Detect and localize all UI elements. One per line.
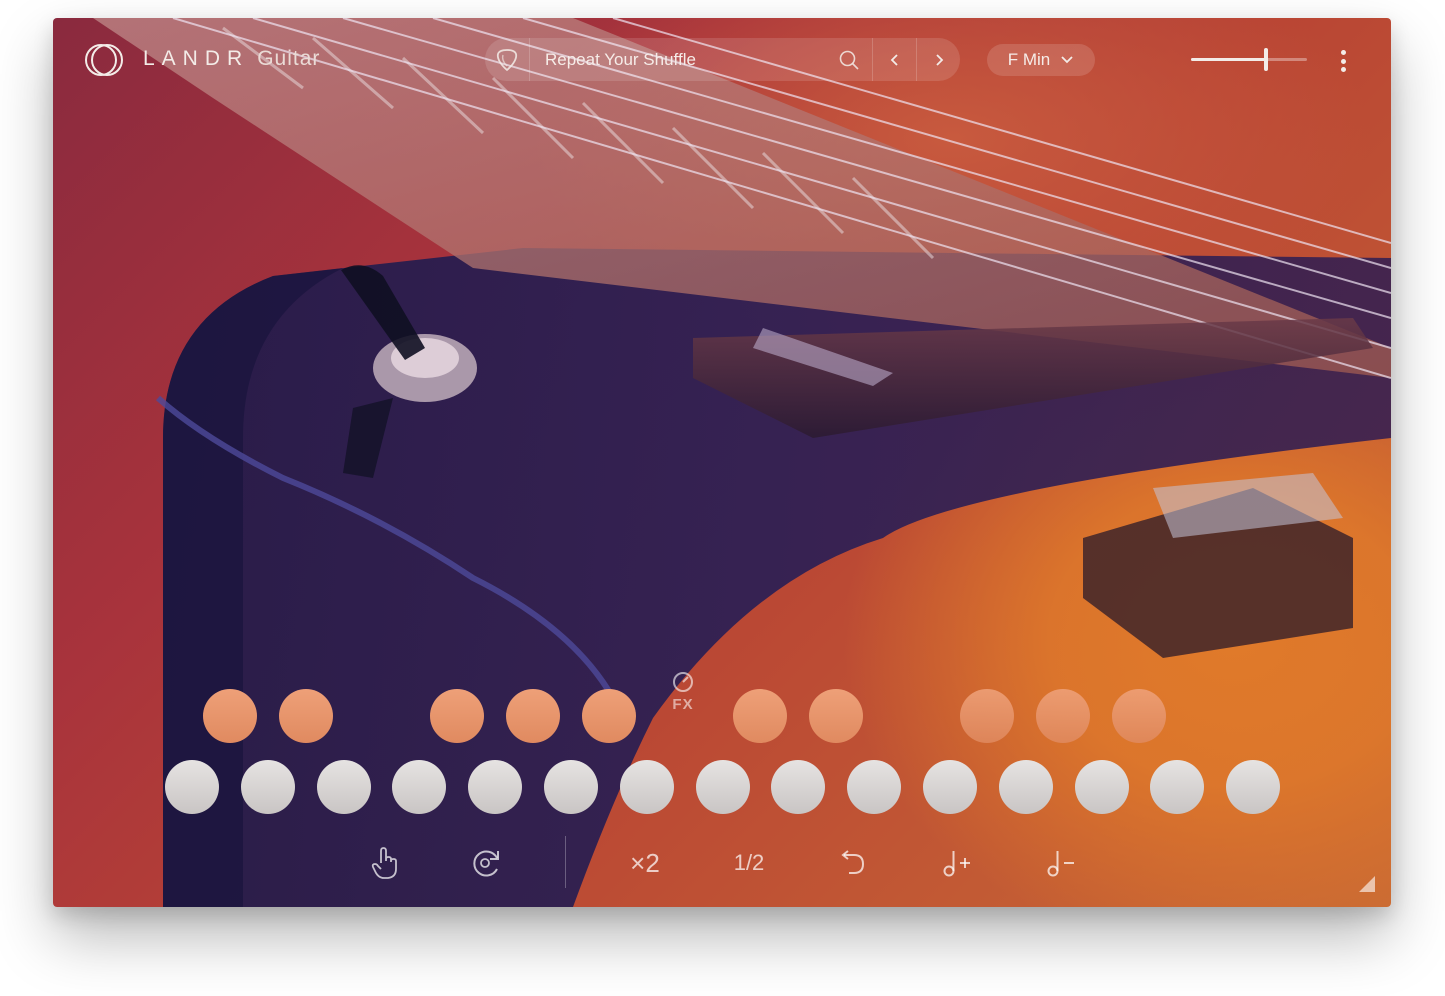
search-icon bbox=[839, 50, 859, 70]
bass-pad[interactable] bbox=[1150, 760, 1205, 814]
chord-pad[interactable] bbox=[582, 689, 636, 743]
bass-pad[interactable] bbox=[1074, 760, 1129, 814]
more-options-button[interactable] bbox=[1333, 48, 1353, 74]
chevron-down-icon bbox=[1061, 56, 1073, 64]
preset-browser: Repeat Your Shuffle bbox=[485, 38, 960, 81]
chord-pad[interactable] bbox=[506, 689, 560, 743]
volume-thumb[interactable] bbox=[1264, 48, 1269, 71]
top-bar: LANDR Guitar Repeat Your Shuffle F Min bbox=[53, 18, 1391, 102]
bass-pad[interactable] bbox=[771, 760, 826, 814]
knob-icon bbox=[673, 672, 693, 692]
bass-pad[interactable] bbox=[165, 760, 219, 814]
double-time-button[interactable]: ×2 bbox=[625, 843, 665, 883]
brand-wordmark: LANDR bbox=[143, 47, 250, 70]
product-name: Guitar bbox=[257, 47, 321, 70]
chord-pad[interactable] bbox=[1112, 689, 1166, 743]
chord-pad[interactable] bbox=[430, 689, 484, 743]
chord-pad[interactable] bbox=[733, 689, 787, 743]
chord-pad[interactable] bbox=[203, 689, 257, 743]
chord-pad[interactable] bbox=[279, 689, 333, 743]
bass-pad[interactable] bbox=[847, 760, 902, 814]
bass-pad[interactable] bbox=[316, 760, 371, 814]
bass-pad[interactable] bbox=[695, 760, 750, 814]
note-length-decrease-button[interactable] bbox=[1041, 843, 1081, 883]
previous-preset-button[interactable] bbox=[873, 38, 916, 81]
chevron-left-icon bbox=[890, 53, 898, 66]
toolbar-divider bbox=[565, 836, 566, 888]
volume-fill bbox=[1191, 58, 1267, 61]
volume-slider[interactable] bbox=[1191, 48, 1307, 72]
resize-corner-icon bbox=[1359, 876, 1375, 892]
landr-logo-icon bbox=[84, 42, 124, 76]
note-plus-icon bbox=[943, 851, 970, 877]
bass-pad[interactable] bbox=[392, 760, 447, 814]
favorite-pick-button[interactable] bbox=[485, 38, 530, 81]
note-minus-icon bbox=[1047, 851, 1074, 877]
half-time-button[interactable]: 1/2 bbox=[729, 843, 769, 883]
guitar-pick-icon bbox=[496, 48, 518, 71]
preset-name[interactable]: Repeat Your Shuffle bbox=[530, 50, 826, 70]
undo-icon bbox=[841, 850, 865, 874]
bass-pad[interactable] bbox=[240, 760, 295, 814]
resize-handle[interactable] bbox=[1359, 876, 1375, 892]
note-length-increase-button[interactable] bbox=[937, 843, 977, 883]
bass-pad[interactable] bbox=[544, 760, 598, 814]
next-preset-button[interactable] bbox=[916, 38, 960, 81]
key-value: F Min bbox=[1007, 50, 1051, 69]
key-selector[interactable]: F Min bbox=[987, 44, 1095, 76]
reload-icon bbox=[473, 850, 499, 877]
chord-pad[interactable] bbox=[809, 689, 863, 743]
search-button[interactable] bbox=[826, 38, 873, 81]
tap-hand-icon bbox=[371, 847, 397, 879]
chevron-right-icon bbox=[935, 53, 943, 66]
more-vertical-icon bbox=[1340, 50, 1346, 55]
plugin-window: LANDR Guitar Repeat Your Shuffle F Min F… bbox=[53, 18, 1391, 907]
bass-pad[interactable] bbox=[468, 760, 523, 814]
undo-button[interactable] bbox=[833, 843, 873, 883]
loop-button[interactable] bbox=[467, 843, 507, 883]
bass-pad[interactable] bbox=[923, 760, 977, 814]
fx-label: FX bbox=[672, 696, 694, 713]
bass-pad[interactable] bbox=[1226, 760, 1281, 814]
bass-pad[interactable] bbox=[998, 760, 1053, 814]
fx-button[interactable]: FX bbox=[668, 670, 698, 716]
chord-pad[interactable] bbox=[960, 689, 1014, 743]
chord-pad[interactable] bbox=[1036, 689, 1090, 743]
half-time-label: 1/2 bbox=[733, 850, 765, 875]
landr-logo: LANDR Guitar bbox=[84, 42, 320, 76]
touch-mode-button[interactable] bbox=[365, 843, 405, 883]
double-time-label: ×2 bbox=[630, 847, 660, 878]
bass-pad[interactable] bbox=[619, 760, 674, 814]
